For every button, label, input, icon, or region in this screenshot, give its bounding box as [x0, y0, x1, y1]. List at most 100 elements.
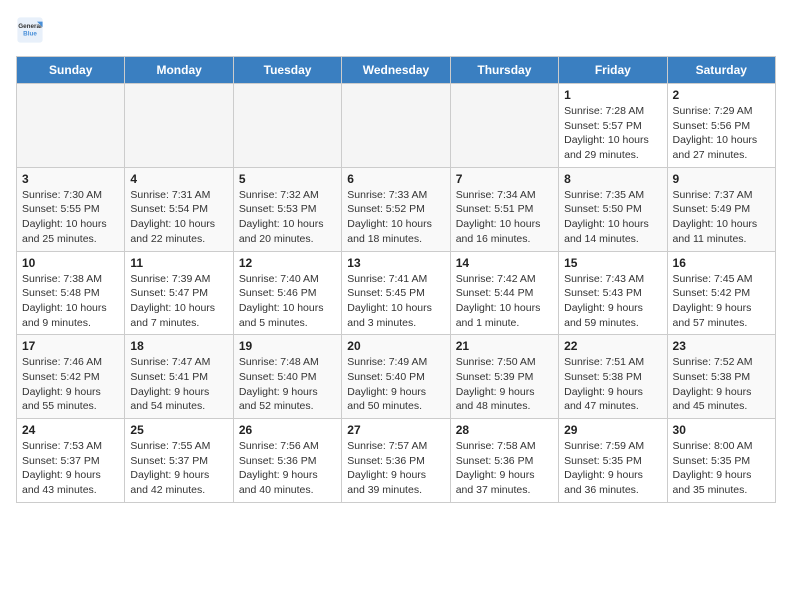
weekday-header: Tuesday	[233, 57, 341, 84]
weekday-header: Monday	[125, 57, 233, 84]
day-number: 18	[130, 339, 227, 353]
day-number: 20	[347, 339, 444, 353]
day-info: Sunrise: 7:56 AM Sunset: 5:36 PM Dayligh…	[239, 439, 336, 498]
calendar-cell: 5 Sunrise: 7:32 AM Sunset: 5:53 PM Daylig…	[233, 167, 341, 251]
day-info: Sunrise: 7:39 AM Sunset: 5:47 PM Dayligh…	[130, 272, 227, 331]
calendar-cell: 26 Sunrise: 7:56 AM Sunset: 5:36 PM Dayli…	[233, 419, 341, 503]
calendar: SundayMondayTuesdayWednesdayThursdayFrid…	[16, 56, 776, 503]
day-number: 21	[456, 339, 553, 353]
day-number: 30	[673, 423, 770, 437]
weekday-header: Wednesday	[342, 57, 450, 84]
day-info: Sunrise: 7:47 AM Sunset: 5:41 PM Dayligh…	[130, 355, 227, 414]
day-number: 23	[673, 339, 770, 353]
day-number: 1	[564, 88, 661, 102]
day-info: Sunrise: 7:41 AM Sunset: 5:45 PM Dayligh…	[347, 272, 444, 331]
day-number: 7	[456, 172, 553, 186]
calendar-cell: 28 Sunrise: 7:58 AM Sunset: 5:36 PM Dayli…	[450, 419, 558, 503]
calendar-cell: 29 Sunrise: 7:59 AM Sunset: 5:35 PM Dayli…	[559, 419, 667, 503]
day-info: Sunrise: 7:30 AM Sunset: 5:55 PM Dayligh…	[22, 188, 119, 247]
calendar-cell: 21 Sunrise: 7:50 AM Sunset: 5:39 PM Dayli…	[450, 335, 558, 419]
page-header: General Blue	[16, 16, 776, 44]
day-number: 29	[564, 423, 661, 437]
day-number: 17	[22, 339, 119, 353]
calendar-cell: 11 Sunrise: 7:39 AM Sunset: 5:47 PM Dayli…	[125, 251, 233, 335]
day-number: 26	[239, 423, 336, 437]
logo-icon: General Blue	[16, 16, 44, 44]
calendar-cell: 9 Sunrise: 7:37 AM Sunset: 5:49 PM Daylig…	[667, 167, 775, 251]
day-info: Sunrise: 7:49 AM Sunset: 5:40 PM Dayligh…	[347, 355, 444, 414]
day-info: Sunrise: 7:38 AM Sunset: 5:48 PM Dayligh…	[22, 272, 119, 331]
day-number: 28	[456, 423, 553, 437]
day-info: Sunrise: 7:31 AM Sunset: 5:54 PM Dayligh…	[130, 188, 227, 247]
calendar-cell: 27 Sunrise: 7:57 AM Sunset: 5:36 PM Dayli…	[342, 419, 450, 503]
day-number: 14	[456, 256, 553, 270]
calendar-cell: 22 Sunrise: 7:51 AM Sunset: 5:38 PM Dayli…	[559, 335, 667, 419]
day-number: 3	[22, 172, 119, 186]
day-number: 24	[22, 423, 119, 437]
day-info: Sunrise: 7:28 AM Sunset: 5:57 PM Dayligh…	[564, 104, 661, 163]
day-info: Sunrise: 7:40 AM Sunset: 5:46 PM Dayligh…	[239, 272, 336, 331]
calendar-cell: 16 Sunrise: 7:45 AM Sunset: 5:42 PM Dayli…	[667, 251, 775, 335]
calendar-cell	[125, 84, 233, 168]
day-number: 11	[130, 256, 227, 270]
calendar-cell: 20 Sunrise: 7:49 AM Sunset: 5:40 PM Dayli…	[342, 335, 450, 419]
day-info: Sunrise: 7:29 AM Sunset: 5:56 PM Dayligh…	[673, 104, 770, 163]
calendar-cell: 2 Sunrise: 7:29 AM Sunset: 5:56 PM Daylig…	[667, 84, 775, 168]
day-number: 25	[130, 423, 227, 437]
calendar-cell: 13 Sunrise: 7:41 AM Sunset: 5:45 PM Dayli…	[342, 251, 450, 335]
day-number: 13	[347, 256, 444, 270]
day-number: 10	[22, 256, 119, 270]
day-info: Sunrise: 7:32 AM Sunset: 5:53 PM Dayligh…	[239, 188, 336, 247]
day-info: Sunrise: 7:45 AM Sunset: 5:42 PM Dayligh…	[673, 272, 770, 331]
calendar-cell	[342, 84, 450, 168]
calendar-cell: 30 Sunrise: 8:00 AM Sunset: 5:35 PM Dayli…	[667, 419, 775, 503]
weekday-header: Saturday	[667, 57, 775, 84]
day-number: 8	[564, 172, 661, 186]
calendar-cell: 7 Sunrise: 7:34 AM Sunset: 5:51 PM Daylig…	[450, 167, 558, 251]
day-number: 9	[673, 172, 770, 186]
day-info: Sunrise: 8:00 AM Sunset: 5:35 PM Dayligh…	[673, 439, 770, 498]
calendar-cell: 1 Sunrise: 7:28 AM Sunset: 5:57 PM Daylig…	[559, 84, 667, 168]
day-number: 27	[347, 423, 444, 437]
day-info: Sunrise: 7:34 AM Sunset: 5:51 PM Dayligh…	[456, 188, 553, 247]
calendar-cell: 23 Sunrise: 7:52 AM Sunset: 5:38 PM Dayli…	[667, 335, 775, 419]
day-info: Sunrise: 7:59 AM Sunset: 5:35 PM Dayligh…	[564, 439, 661, 498]
day-info: Sunrise: 7:33 AM Sunset: 5:52 PM Dayligh…	[347, 188, 444, 247]
weekday-header: Friday	[559, 57, 667, 84]
day-info: Sunrise: 7:48 AM Sunset: 5:40 PM Dayligh…	[239, 355, 336, 414]
calendar-cell: 19 Sunrise: 7:48 AM Sunset: 5:40 PM Dayli…	[233, 335, 341, 419]
day-info: Sunrise: 7:37 AM Sunset: 5:49 PM Dayligh…	[673, 188, 770, 247]
calendar-cell	[17, 84, 125, 168]
day-info: Sunrise: 7:57 AM Sunset: 5:36 PM Dayligh…	[347, 439, 444, 498]
day-info: Sunrise: 7:43 AM Sunset: 5:43 PM Dayligh…	[564, 272, 661, 331]
day-info: Sunrise: 7:46 AM Sunset: 5:42 PM Dayligh…	[22, 355, 119, 414]
calendar-cell: 24 Sunrise: 7:53 AM Sunset: 5:37 PM Dayli…	[17, 419, 125, 503]
calendar-cell: 3 Sunrise: 7:30 AM Sunset: 5:55 PM Daylig…	[17, 167, 125, 251]
day-number: 5	[239, 172, 336, 186]
calendar-cell: 6Sunrise: 7:33 AM Sunset: 5:52 PM Daylig…	[342, 167, 450, 251]
calendar-cell	[233, 84, 341, 168]
day-info: Sunrise: 7:50 AM Sunset: 5:39 PM Dayligh…	[456, 355, 553, 414]
day-number: 12	[239, 256, 336, 270]
day-number: 22	[564, 339, 661, 353]
day-info: Sunrise: 7:52 AM Sunset: 5:38 PM Dayligh…	[673, 355, 770, 414]
day-number: 15	[564, 256, 661, 270]
weekday-header: Thursday	[450, 57, 558, 84]
day-number: 16	[673, 256, 770, 270]
calendar-cell: 17 Sunrise: 7:46 AM Sunset: 5:42 PM Dayli…	[17, 335, 125, 419]
day-info: Sunrise: 7:58 AM Sunset: 5:36 PM Dayligh…	[456, 439, 553, 498]
day-number: 2	[673, 88, 770, 102]
calendar-cell	[450, 84, 558, 168]
calendar-cell: 12 Sunrise: 7:40 AM Sunset: 5:46 PM Dayli…	[233, 251, 341, 335]
weekday-header: Sunday	[17, 57, 125, 84]
day-info: Sunrise: 7:51 AM Sunset: 5:38 PM Dayligh…	[564, 355, 661, 414]
day-number: 4	[130, 172, 227, 186]
calendar-cell: 14Sunrise: 7:42 AM Sunset: 5:44 PM Dayli…	[450, 251, 558, 335]
day-info: Sunrise: 7:53 AM Sunset: 5:37 PM Dayligh…	[22, 439, 119, 498]
calendar-cell: 25Sunrise: 7:55 AM Sunset: 5:37 PM Dayli…	[125, 419, 233, 503]
calendar-cell: 4 Sunrise: 7:31 AM Sunset: 5:54 PM Daylig…	[125, 167, 233, 251]
day-number: 19	[239, 339, 336, 353]
logo: General Blue	[16, 16, 44, 44]
svg-text:Blue: Blue	[23, 31, 37, 38]
calendar-cell: 10 Sunrise: 7:38 AM Sunset: 5:48 PM Dayli…	[17, 251, 125, 335]
